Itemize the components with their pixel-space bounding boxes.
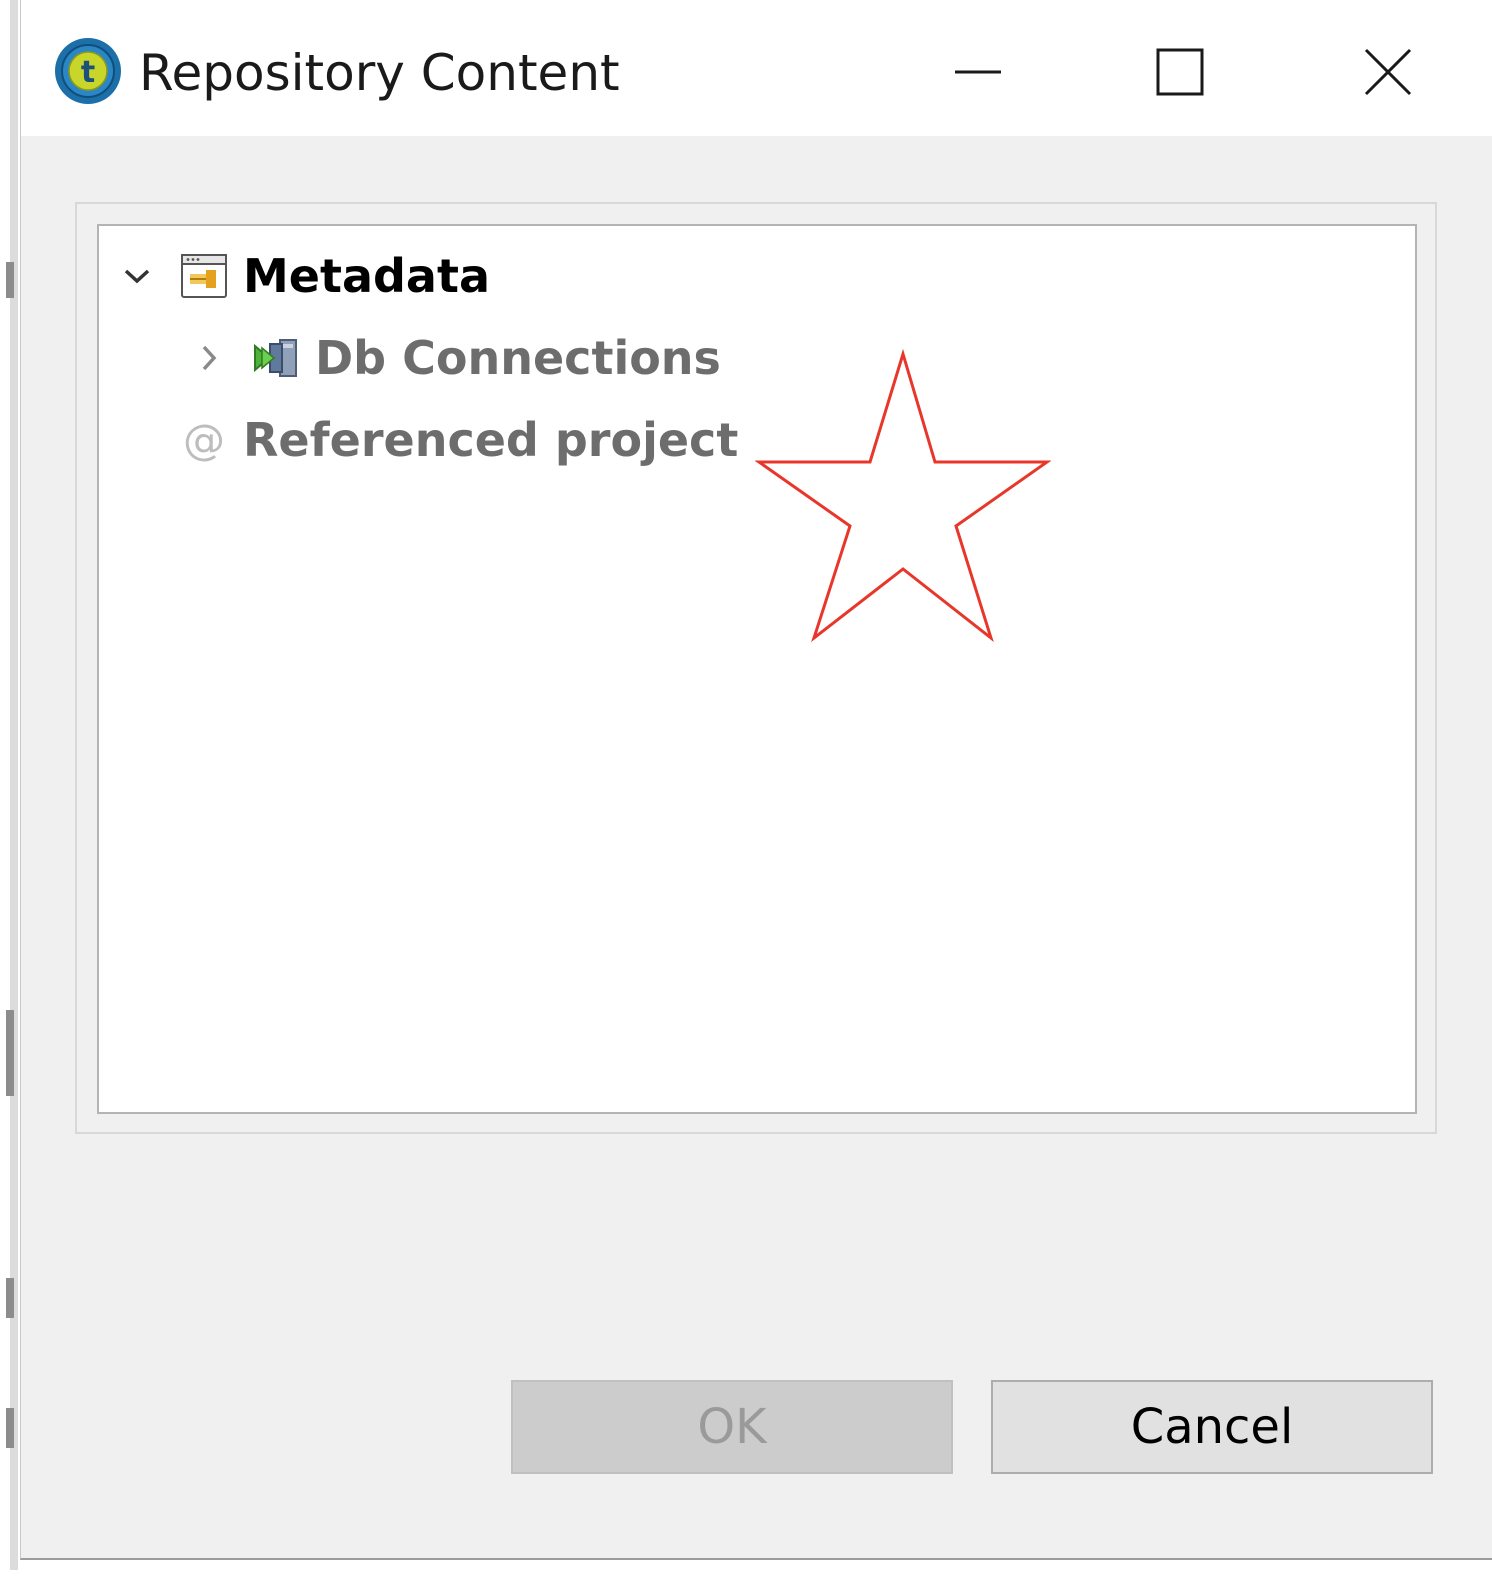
repository-content-dialog: t Repository Content Metadata Db Connect…: [20, 0, 1492, 1560]
title-bar[interactable]: t Repository Content: [21, 0, 1492, 136]
star-annotation: [755, 348, 1051, 643]
ok-button[interactable]: OK: [511, 1380, 953, 1474]
background-window-border: [10, 0, 18, 1570]
tree-item-label: Referenced project: [243, 413, 739, 467]
window-title: Repository Content: [139, 44, 620, 102]
close-button[interactable]: [1333, 22, 1443, 122]
tree-item-db-connections[interactable]: Db Connections: [189, 322, 721, 394]
tree-item-referenced-project[interactable]: @ Referenced project: [179, 404, 738, 476]
minimize-icon: [955, 70, 1001, 74]
chevron-down-icon: [124, 269, 150, 284]
background-window-fragment: [6, 262, 14, 298]
at-sign-icon: @: [179, 415, 229, 465]
maximize-icon: [1156, 48, 1204, 96]
metadata-folder-icon: [179, 251, 229, 301]
tree-group-frame: Metadata Db Connections @ Referenced pro…: [75, 202, 1437, 1134]
expand-toggle[interactable]: [117, 256, 157, 296]
background-window-fragment: [6, 1010, 14, 1096]
close-icon: [1364, 48, 1412, 96]
expand-toggle[interactable]: [189, 338, 229, 378]
minimize-button[interactable]: [923, 22, 1033, 122]
tree-item-label: Db Connections: [315, 331, 721, 385]
chevron-right-icon: [202, 345, 217, 371]
background-window-fragment: [6, 1408, 14, 1448]
background-window-edge: [0, 0, 20, 1580]
background-window-fragment: [6, 1278, 14, 1318]
tree-item-label: Metadata: [243, 249, 491, 303]
screenshot-canvas: t Repository Content Metadata Db Connect…: [0, 0, 1492, 1580]
tree-item-metadata[interactable]: Metadata: [117, 240, 490, 312]
svg-text:t: t: [81, 55, 95, 90]
svg-text:@: @: [183, 416, 225, 464]
db-connections-icon: [251, 333, 301, 383]
talend-logo-icon: t: [55, 38, 121, 104]
cancel-button[interactable]: Cancel: [991, 1380, 1433, 1474]
maximize-button[interactable]: [1125, 22, 1235, 122]
